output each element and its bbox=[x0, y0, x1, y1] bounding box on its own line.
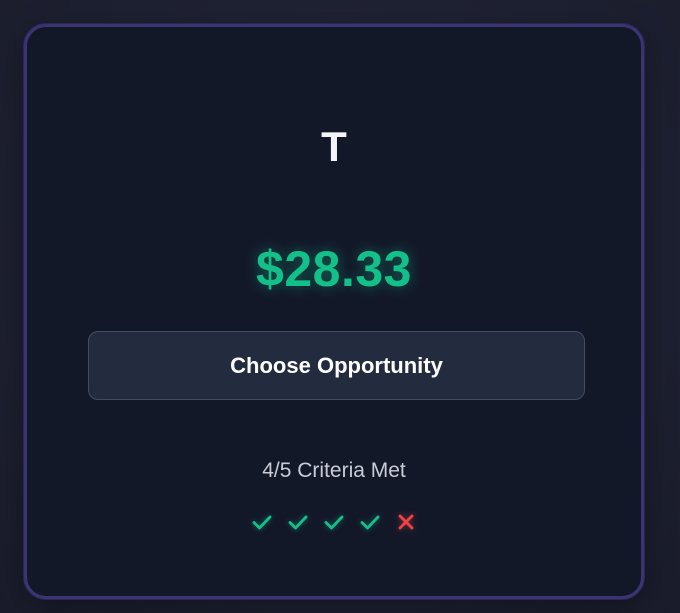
check-icon bbox=[322, 510, 346, 534]
choose-opportunity-button[interactable]: Choose Opportunity bbox=[88, 331, 585, 400]
ticker-symbol: T bbox=[321, 123, 347, 170]
check-icon bbox=[250, 510, 274, 534]
x-icon bbox=[394, 510, 418, 534]
choose-opportunity-label: Choose Opportunity bbox=[230, 352, 443, 378]
page-background: T $28.33 Choose Opportunity 4/5 Criteria… bbox=[0, 0, 680, 613]
check-icon bbox=[286, 510, 310, 534]
criteria-summary: 4/5 Criteria Met bbox=[262, 459, 406, 482]
criteria-indicators bbox=[27, 510, 641, 534]
price-value: $28.33 bbox=[256, 241, 412, 297]
check-icon bbox=[358, 510, 382, 534]
opportunity-card: T $28.33 Choose Opportunity 4/5 Criteria… bbox=[24, 24, 644, 599]
